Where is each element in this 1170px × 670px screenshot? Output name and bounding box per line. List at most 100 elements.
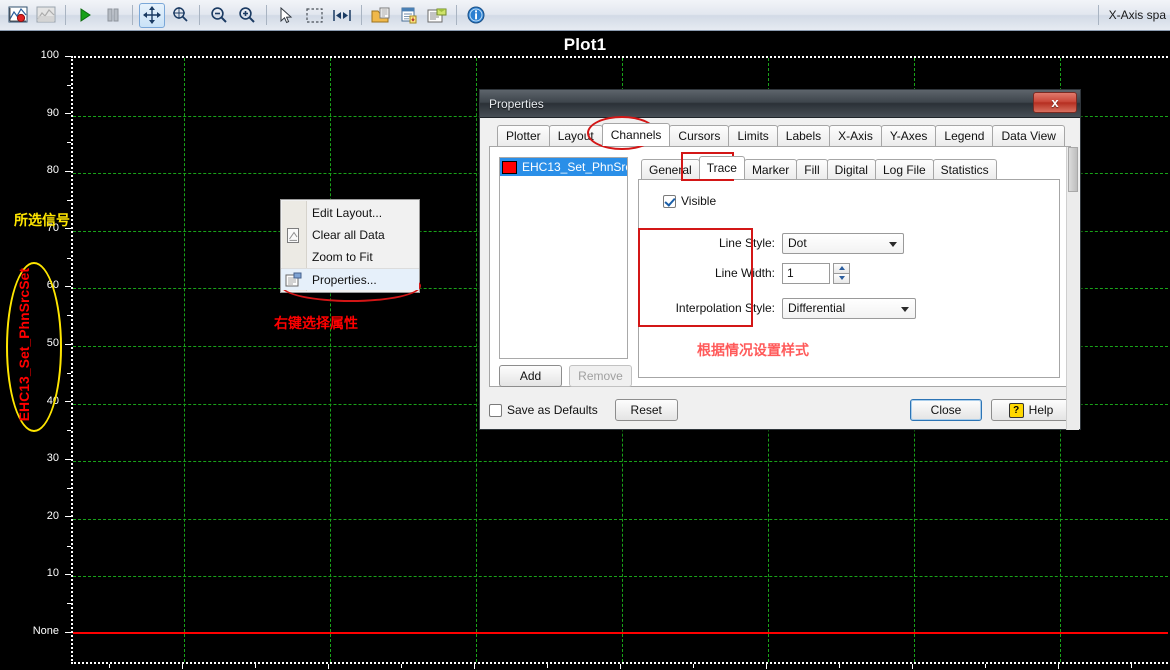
- dialog-footer-right: Close ? Help: [910, 399, 1071, 421]
- x-tick-mark: [328, 664, 329, 669]
- chevron-down-icon: [901, 306, 909, 312]
- new-plot-icon[interactable]: [5, 3, 31, 28]
- inner-tab-label: Statistics: [940, 162, 989, 177]
- scrollbar-thumb[interactable]: [1068, 147, 1078, 192]
- tab-label: Legend: [944, 129, 985, 143]
- x-minor-tick: [985, 664, 986, 668]
- channel-name-label: EHC13_Set_PhnSrcS: [522, 160, 627, 174]
- help-button[interactable]: ? Help: [991, 399, 1071, 421]
- context-menu[interactable]: Edit Layout... Clear all Data Zoom to Fi…: [280, 199, 420, 293]
- interpolation-style-value: Differential: [788, 301, 846, 315]
- visible-label: Visible: [681, 194, 717, 208]
- zoom-to-fit-icon[interactable]: [329, 3, 355, 28]
- open-file-icon[interactable]: [368, 3, 394, 28]
- zoom-out-icon[interactable]: [206, 3, 232, 28]
- toolbar-separator: [65, 5, 66, 25]
- tab-plotter[interactable]: Plotter: [497, 125, 550, 146]
- remove-button: Remove: [569, 365, 632, 387]
- x-tick-mark: [182, 664, 183, 669]
- toolbar-separator: [1097, 5, 1099, 25]
- save-as-defaults-checkbox[interactable]: Save as Defaults: [489, 403, 598, 417]
- tab-data-view[interactable]: Data View: [992, 125, 1065, 146]
- interpolation-style-select[interactable]: Differential: [782, 297, 916, 319]
- play-icon[interactable]: [72, 3, 98, 28]
- context-menu-item-zoom-to-fit[interactable]: Zoom to Fit: [281, 246, 419, 268]
- help-icon: ?: [1008, 402, 1024, 418]
- pause-icon[interactable]: [100, 3, 126, 28]
- line-style-value: Dot: [788, 236, 807, 250]
- checkbox-box[interactable]: [489, 403, 502, 417]
- tab-label: X-Axis: [838, 129, 873, 143]
- inner-tab-label: Fill: [804, 162, 820, 177]
- application-window: X-Axis spa Plot1 100 90 80 70 60 50 40 3…: [0, 0, 1170, 670]
- rubber-band-select-icon[interactable]: [301, 3, 327, 28]
- inner-tab-log-file[interactable]: Log File: [874, 159, 934, 179]
- x-tick-mark: [1058, 664, 1059, 669]
- inner-tab-trace[interactable]: Trace: [698, 156, 745, 179]
- inner-tab-statistics[interactable]: Statistics: [932, 159, 997, 179]
- properties-dialog[interactable]: Properties x Plotter Layout Channels Cur…: [479, 89, 1081, 430]
- vertical-gridline: [330, 58, 331, 662]
- dialog-body: Plotter Layout Channels Cursors Limits L…: [480, 118, 1080, 431]
- zoom-in-icon[interactable]: [234, 3, 260, 28]
- vertical-gridline: [476, 58, 477, 662]
- context-menu-item-properties[interactable]: Properties...: [281, 268, 419, 290]
- tab-label: Y-Axes: [889, 129, 928, 143]
- context-menu-item-edit-layout[interactable]: Edit Layout...: [281, 202, 419, 224]
- properties-icon: [285, 272, 302, 289]
- x-tick-mark: [474, 664, 475, 669]
- properties-icon[interactable]: [424, 3, 450, 28]
- plot-title: Plot1: [563, 35, 607, 54]
- export-data-icon[interactable]: [396, 3, 422, 28]
- inner-tab-marker[interactable]: Marker: [743, 159, 798, 179]
- pan-icon[interactable]: [139, 2, 165, 28]
- list-item[interactable]: EHC13_Set_PhnSrcS: [500, 158, 627, 176]
- channel-color-swatch[interactable]: [502, 160, 517, 174]
- add-button[interactable]: Add: [499, 365, 562, 387]
- line-style-select[interactable]: Dot: [782, 232, 904, 254]
- tab-y-axes[interactable]: Y-Axes: [880, 125, 937, 146]
- context-menu-label: Clear all Data: [312, 228, 385, 242]
- close-button[interactable]: Close: [910, 399, 982, 421]
- inner-tab-label: Log File: [882, 162, 926, 177]
- y-tick-label: None: [32, 625, 59, 637]
- tab-labels[interactable]: Labels: [776, 125, 831, 146]
- inner-tab-digital[interactable]: Digital: [826, 159, 876, 179]
- select-cursor-icon[interactable]: [273, 3, 299, 28]
- x-minor-tick: [109, 664, 110, 668]
- toolbar-separator: [132, 5, 133, 25]
- tab-limits[interactable]: Limits: [728, 125, 778, 146]
- inner-tab-fill[interactable]: Fill: [796, 159, 828, 179]
- save-as-defaults-label: Save as Defaults: [507, 403, 598, 417]
- line-width-stepper[interactable]: [833, 262, 850, 284]
- checkbox-box[interactable]: [663, 194, 676, 208]
- dialog-scrollbar[interactable]: [1066, 147, 1079, 430]
- inner-tab-label: Trace: [706, 161, 737, 175]
- tab-channels[interactable]: Channels: [601, 123, 671, 146]
- annotation-signal-name-vertical: EHC13_Set_PhnSrcSet: [16, 268, 32, 422]
- visible-checkbox[interactable]: Visible: [663, 194, 716, 208]
- x-axis: 15:36:42.9400 15:36:42.9450 15:36:42.950…: [71, 664, 1168, 670]
- tab-cursors[interactable]: Cursors: [669, 125, 730, 146]
- x-tick-mark: [620, 664, 621, 669]
- x-axis-span-label: X-Axis spa: [1108, 8, 1166, 22]
- info-icon[interactable]: [463, 3, 489, 28]
- zoom-region-icon[interactable]: [167, 3, 193, 28]
- toolbar-separator: [199, 5, 200, 25]
- tab-x-axis[interactable]: X-Axis: [829, 125, 882, 146]
- channel-list[interactable]: EHC13_Set_PhnSrcS: [499, 157, 628, 359]
- context-menu-item-clear-all-data[interactable]: Clear all Data: [281, 224, 419, 246]
- horizontal-gridline: [73, 518, 1168, 520]
- stepper-up-icon[interactable]: [833, 262, 850, 273]
- close-icon[interactable]: x: [1033, 92, 1077, 113]
- clear-plot-icon[interactable]: [33, 3, 59, 28]
- toolbar-right-section: X-Axis spa: [1093, 0, 1170, 30]
- line-width-input[interactable]: 1: [782, 262, 830, 284]
- reset-button[interactable]: Reset: [614, 399, 678, 421]
- stepper-down-icon[interactable]: [833, 272, 850, 284]
- dialog-title-bar[interactable]: Properties x: [480, 90, 1080, 118]
- tab-legend[interactable]: Legend: [935, 125, 994, 146]
- x-minor-tick: [547, 664, 548, 668]
- dialog-footer: Save as Defaults Reset Close ? Help: [489, 397, 1071, 423]
- trace-EHC13_Set_PhnSrcSet: [73, 632, 1168, 634]
